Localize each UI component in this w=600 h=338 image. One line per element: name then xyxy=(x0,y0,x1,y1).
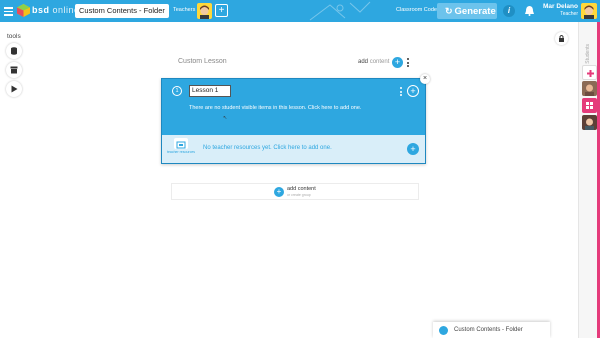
add-student-button[interactable] xyxy=(582,65,597,80)
folder-name-input[interactable]: Custom Contents - Folder xyxy=(75,4,169,18)
brand-name: bsd online xyxy=(32,5,80,15)
user-info[interactable]: Mar Delano Teacher xyxy=(540,3,578,17)
add-content-label: add xyxy=(358,59,369,65)
database-icon xyxy=(11,47,17,55)
play-tool-button[interactable] xyxy=(6,81,22,97)
teachers-label: Teachers xyxy=(173,7,196,13)
teacher-resources-section[interactable]: teacher resources No teacher resources y… xyxy=(162,135,425,163)
classroom-code-label: Classroom Code xyxy=(396,7,437,13)
lesson-options-icon[interactable] xyxy=(407,58,410,68)
user-role: Teacher xyxy=(560,11,578,17)
lesson-header: Custom Lesson xyxy=(178,58,227,65)
teacher-resources-label: teacher resources xyxy=(167,150,196,154)
bell-icon[interactable] xyxy=(525,6,534,16)
student-items-empty-text[interactable]: There are no student visible items in th… xyxy=(189,105,361,111)
students-label[interactable]: Students xyxy=(585,44,591,64)
menu-icon[interactable] xyxy=(4,5,13,17)
folder-icon xyxy=(439,326,448,335)
database-tool-button[interactable] xyxy=(6,43,22,59)
add-content-box-label: add content xyxy=(287,186,316,192)
top-bar: bsd online Custom Contents - Folder Teach… xyxy=(0,0,600,22)
info-icon[interactable]: i xyxy=(503,5,515,17)
lesson-title-input[interactable]: Lesson 1 xyxy=(189,85,231,97)
add-content-box[interactable]: + add content or create group xyxy=(171,183,419,200)
lesson-card[interactable]: 1 Lesson 1 + There are no student visibl… xyxy=(161,78,426,164)
lesson-add-button[interactable]: + xyxy=(407,85,419,97)
add-teacher-button[interactable]: + xyxy=(215,4,228,17)
folder-tab-label: Custom Contents - Folder xyxy=(454,327,523,333)
add-teacher-resource-button[interactable]: + xyxy=(407,143,419,155)
archive-icon xyxy=(10,66,18,74)
teacher-resources-icon xyxy=(174,138,188,149)
student-avatar-grid-icon[interactable] xyxy=(582,98,597,113)
header-decoration-icon xyxy=(309,1,371,21)
user-name: Mar Delano xyxy=(542,3,578,10)
folder-tab[interactable]: Custom Contents - Folder xyxy=(433,322,550,338)
tools-label: tools xyxy=(7,33,21,40)
student-avatar[interactable] xyxy=(582,115,597,130)
teacher-avatar[interactable] xyxy=(197,3,212,19)
add-content-box-sublabel: or create group xyxy=(287,193,311,197)
user-avatar[interactable] xyxy=(581,3,597,19)
students-sidebar: Students xyxy=(578,22,600,338)
lock-icon xyxy=(559,35,564,42)
add-content-suffix: content xyxy=(369,59,390,65)
generate-button[interactable]: ↻ Generate xyxy=(437,3,497,19)
lesson-card-options-icon[interactable] xyxy=(400,87,402,98)
mouse-cursor-icon: ↖ xyxy=(223,115,228,121)
close-card-icon[interactable]: × xyxy=(420,74,430,84)
add-content-plus-icon[interactable]: + xyxy=(274,187,284,197)
student-avatar[interactable] xyxy=(582,81,597,96)
lock-button[interactable] xyxy=(555,32,568,45)
refresh-icon: ↻ xyxy=(445,6,453,16)
play-icon xyxy=(11,85,18,93)
add-content-link[interactable]: add content xyxy=(358,59,389,65)
generate-label: Generate xyxy=(454,6,496,17)
teacher-resources-empty-text[interactable]: No teacher resources yet. Click here to … xyxy=(203,145,332,151)
lesson-number: 1 xyxy=(172,86,182,96)
add-content-plus-button[interactable]: + xyxy=(392,57,403,68)
archive-tool-button[interactable] xyxy=(6,62,22,78)
bsd-logo-icon xyxy=(17,4,30,17)
